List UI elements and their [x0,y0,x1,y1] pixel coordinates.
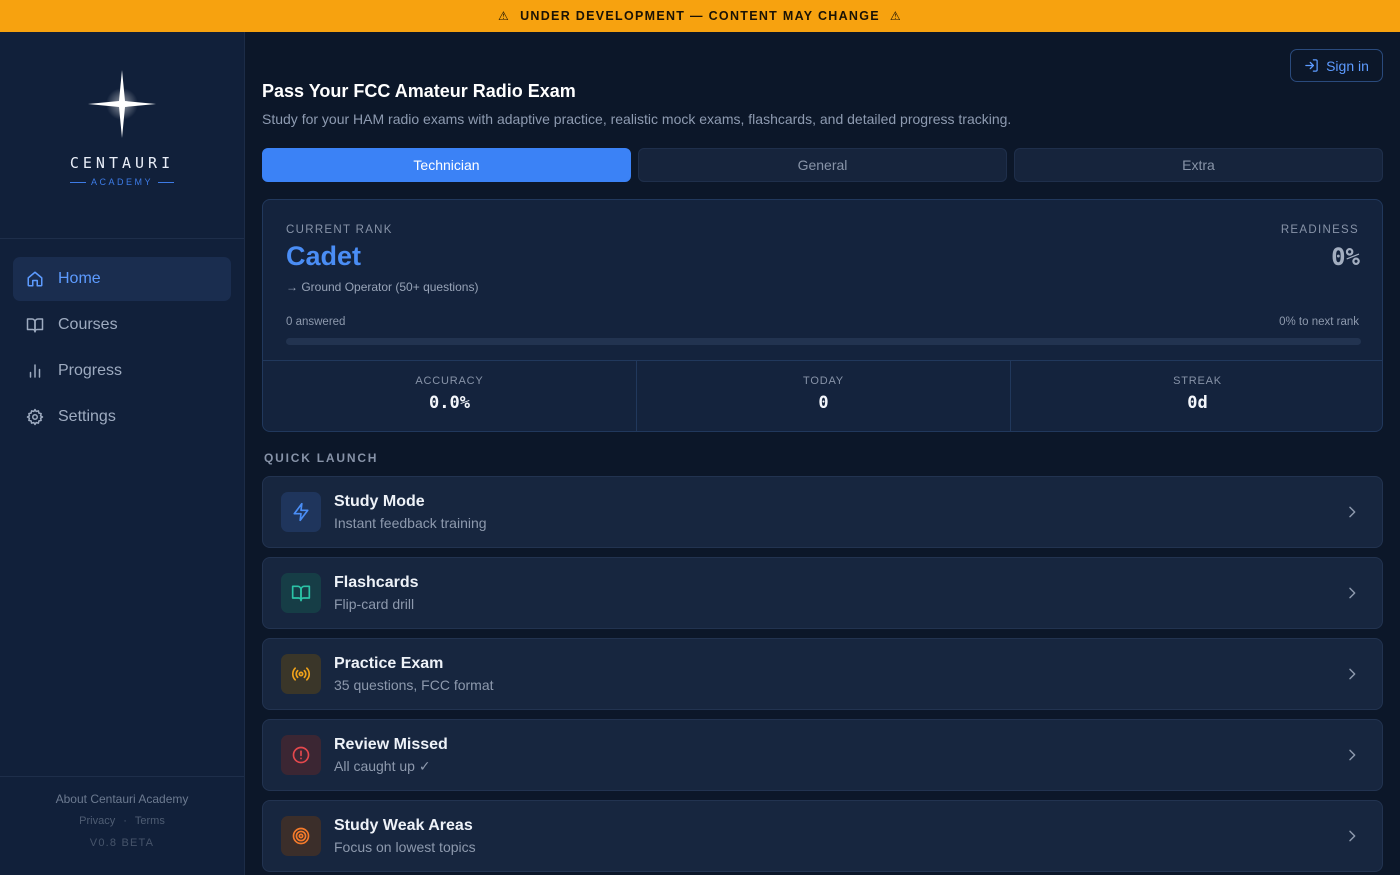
quick-launch-desc: Focus on lowest topics [334,839,476,855]
quick-launch-study-mode[interactable]: Study Mode Instant feedback training [262,476,1383,548]
book-open-icon [281,573,321,613]
sidebar-item-label: Courses [58,316,118,333]
quick-launch-desc: All caught up ✓ [334,757,431,774]
quick-launch-desc: Flip-card drill [334,596,415,612]
bar-chart-icon [29,364,41,378]
next-rank-hint: → Ground Operator (50+ questions) [286,280,479,294]
quick-launch-title: Study Mode [334,493,425,510]
dev-banner: ⚠ UNDER DEVELOPMENT — CONTENT MAY CHANGE… [0,0,1400,32]
sidebar-item-settings[interactable]: Settings [13,395,231,439]
radio-broadcast-icon [281,654,321,694]
sidebar-item-progress[interactable]: Progress [13,349,231,393]
quick-launch-title: Flashcards [334,574,419,591]
sidebar-item-label: Settings [58,408,116,425]
about-link[interactable]: About Centauri Academy [0,792,244,806]
stats-row: ACCURACY 0.0% TODAY 0 STREAK 0d [263,360,1382,431]
current-rank-value: Cadet [286,241,362,271]
book-open-icon [26,318,44,333]
quick-launch-weak-areas[interactable]: Study Weak Areas Focus on lowest topics [262,800,1383,872]
chevron-right-icon [1349,668,1356,680]
target-icon [281,816,321,856]
answered-count: 0 answered [286,316,346,328]
stat-accuracy: ACCURACY 0.0% [263,361,637,431]
sign-in-icon [1305,59,1318,72]
gear-icon [26,408,44,426]
home-icon [27,271,43,287]
warning-icon: ⚠ [498,9,511,23]
stat-value: 0 [818,393,829,413]
quick-launch-list: Study Mode Instant feedback training Fla… [262,476,1383,875]
quick-launch-title: Practice Exam [334,655,444,672]
warning-icon: ⚠ [889,9,902,23]
brand-tagline-row: ACADEMY [0,177,244,187]
tab-extra[interactable]: Extra [1014,148,1383,182]
stat-label: STREAK [1173,375,1222,387]
brand-name: CENTAURI [69,154,175,172]
rank-card: CURRENT RANK Cadet → Ground Operator (50… [262,199,1383,432]
rank-progress-bar [286,338,1361,345]
sidebar-nav: Home Courses Progress Settings [13,257,231,441]
sidebar-item-courses[interactable]: Courses [13,303,231,347]
terms-link[interactable]: Terms [135,815,165,827]
quick-launch-review-missed[interactable]: Review Missed All caught up ✓ [262,719,1383,791]
version-label: V0.8 BETA [89,837,155,849]
sidebar-item-label: Progress [58,362,123,379]
chevron-right-icon [1349,749,1356,761]
separator: · [123,815,127,827]
four-point-star-icon [88,70,156,138]
privacy-link[interactable]: Privacy [79,815,115,827]
stat-value: 0d [1187,393,1208,413]
stat-streak: STREAK 0d [1011,361,1382,431]
sign-in-label: Sign in [1326,57,1369,74]
exam-level-tabs: Technician General Extra [262,148,1383,182]
sign-in-button[interactable]: Sign in [1290,49,1383,82]
to-next-rank: 0% to next rank [1279,316,1359,328]
alert-circle-icon [281,735,321,775]
readiness-label: READINESS [1280,224,1359,236]
current-rank-label: CURRENT RANK [286,224,393,236]
stat-label: TODAY [803,375,844,387]
quick-launch-title: Study Weak Areas [334,817,473,834]
brand-tagline: ACADEMY [90,177,153,187]
stat-today: TODAY 0 [637,361,1011,431]
tagline-divider [158,181,174,183]
tab-general[interactable]: General [638,148,1007,182]
stat-label: ACCURACY [415,375,484,387]
lightning-icon [281,492,321,532]
chevron-right-icon [1349,830,1356,842]
readiness-value: 0% [1331,243,1360,271]
quick-launch-practice-exam[interactable]: Practice Exam 35 questions, FCC format [262,638,1383,710]
stat-value: 0.0% [429,393,470,413]
quick-launch-desc: 35 questions, FCC format [334,677,494,693]
quick-launch-desc: Instant feedback training [334,515,487,531]
quick-launch-title: Review Missed [334,735,448,753]
chevron-right-icon [1349,506,1356,518]
page-subtitle: Study for your HAM radio exams with adap… [262,111,1012,127]
chevron-right-icon [1349,587,1356,599]
sidebar-item-label: Home [58,270,101,287]
sidebar: CENTAURI ACADEMY Home Courses Progress S… [0,32,245,875]
quick-launch-heading: QUICK LAUNCH [264,451,379,465]
tagline-divider [69,181,86,183]
dev-banner-text: UNDER DEVELOPMENT — CONTENT MAY CHANGE [520,9,880,23]
legal-links: Privacy · Terms [0,815,244,827]
page-title: Pass Your FCC Amateur Radio Exam [262,81,576,101]
sidebar-footer: About Centauri Academy Privacy · Terms V0.… [0,776,244,875]
brand-logo[interactable]: CENTAURI ACADEMY [0,32,244,239]
quick-launch-flashcards[interactable]: Flashcards Flip-card drill [262,557,1383,629]
sidebar-item-home[interactable]: Home [13,257,231,301]
tab-technician[interactable]: Technician [262,148,631,182]
